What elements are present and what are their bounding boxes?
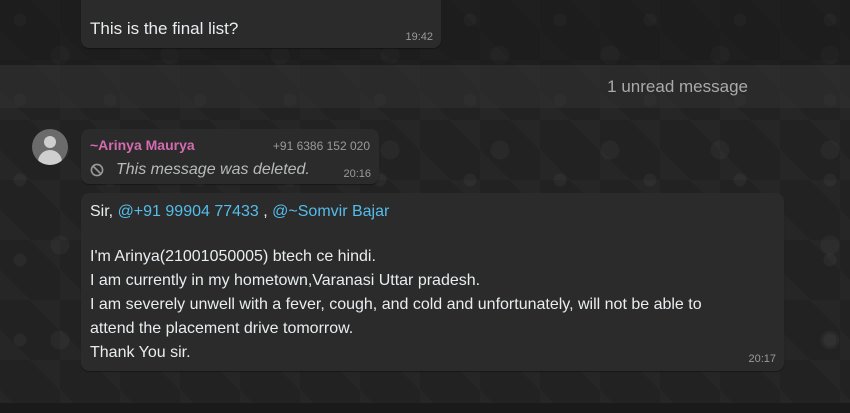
message-line: I am currently in my hometown,Varanasi U… [90, 272, 481, 289]
message-line: I am severely unwell with a fever, cough… [90, 296, 702, 313]
avatar-shoulders [38, 150, 62, 165]
previous-message-bubble[interactable]: This is the final list? 19:42 [81, 0, 441, 48]
deleted-message-bubble[interactable]: ~Arinya Maurya +91 6386 152 020 This mes… [81, 129, 379, 184]
message-line: Thank You sir. [90, 344, 191, 361]
message-first-line: Sir, @+91 99904 77433 , @~Somvir Bajar [90, 203, 389, 221]
avatar-head [44, 136, 56, 148]
sender-name[interactable]: ~Arinya Maurya [90, 137, 195, 153]
message-time: 19:42 [405, 31, 433, 43]
message-line: I'm Arinya(21001050005) btech ce hindi. [90, 248, 376, 265]
composer-edge [0, 403, 850, 413]
deleted-text: This message was deleted. [116, 161, 310, 178]
unread-label: 1 unread message [607, 77, 748, 96]
sender-phone: +91 6386 152 020 [272, 139, 370, 153]
mention-separator: , [258, 203, 273, 220]
message-line: attend the placement drive tomorrow. [90, 320, 354, 337]
mention-somvir[interactable]: @~Somvir Bajar [272, 203, 389, 220]
salutation: Sir, [90, 203, 118, 220]
main-message-bubble[interactable]: Sir, @+91 99904 77433 , @~Somvir Bajar I… [81, 193, 784, 371]
blocked-icon [90, 163, 104, 177]
message-time: 20:16 [343, 168, 371, 180]
message-text: This is the final list? [90, 19, 239, 38]
mention-phone[interactable]: @+91 99904 77433 [118, 203, 259, 220]
message-time: 20:17 [748, 353, 776, 365]
avatar[interactable] [32, 129, 68, 165]
